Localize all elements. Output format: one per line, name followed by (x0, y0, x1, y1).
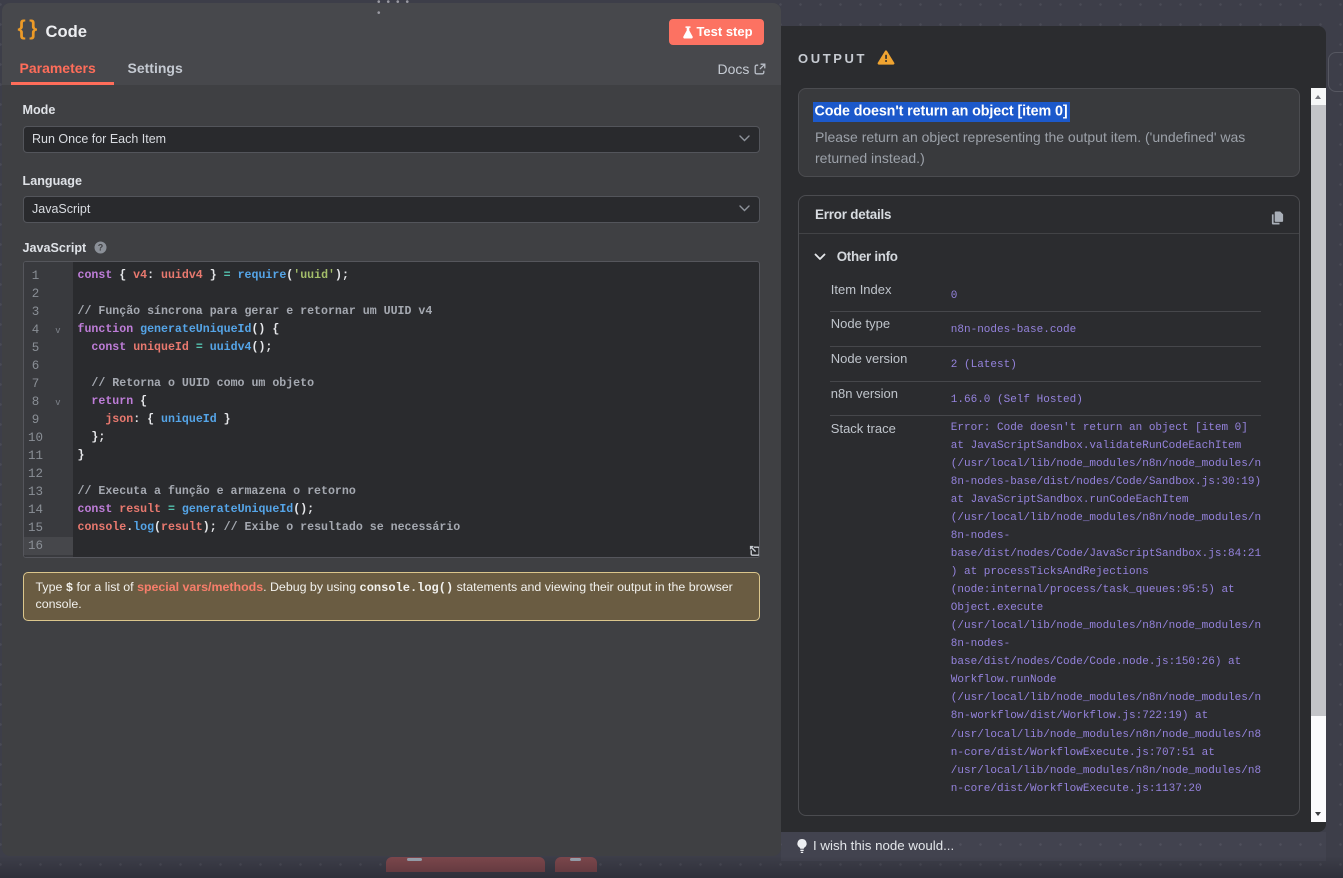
svg-text:?: ? (97, 243, 103, 253)
